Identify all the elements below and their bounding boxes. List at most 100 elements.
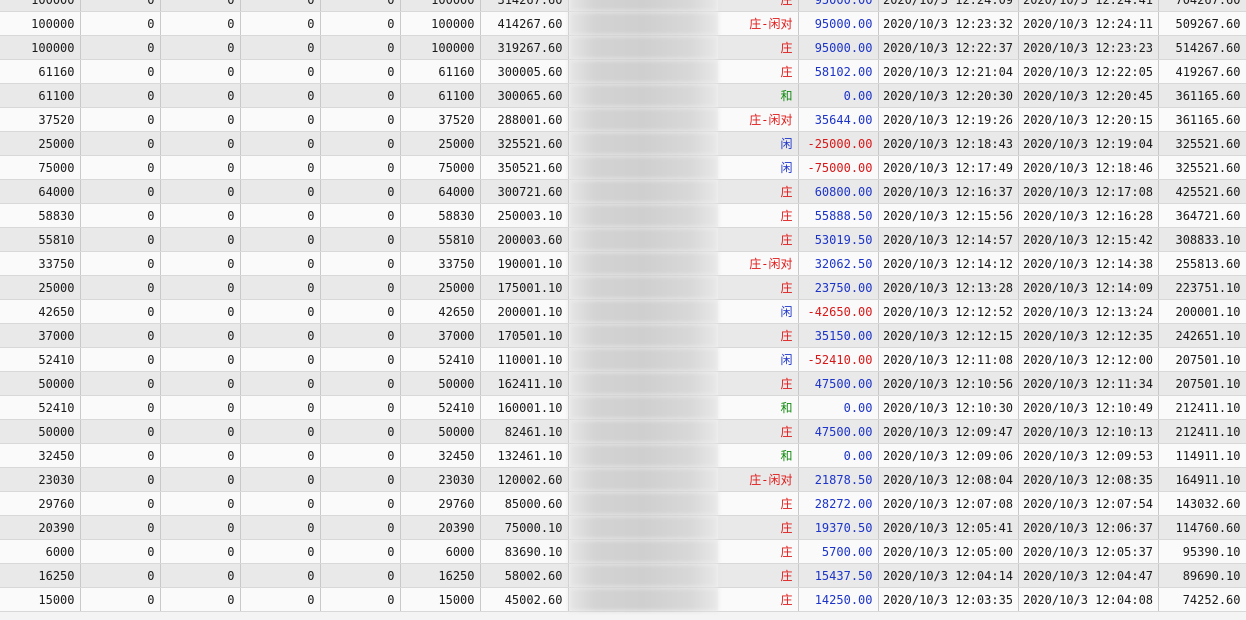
- table-row[interactable]: 16250 0 0 0 0 16250 58002.60 庄 15437.50 2020/10/3…: [0, 563, 1246, 588]
- win-loss: 53019.50: [798, 227, 879, 252]
- bet-time: 2020/10/3 12:05:00: [878, 539, 1019, 564]
- table-row[interactable]: 25000 0 0 0 0 25000 175001.10 庄 23750.00 2020/10/…: [0, 275, 1246, 300]
- table-row[interactable]: 75000 0 0 0 0 75000 350521.60 闲 -75000.00 2020/10…: [0, 155, 1246, 180]
- valid-bet: 100000: [400, 35, 481, 60]
- table-row[interactable]: 6000 0 0 0 0 6000 83690.10 庄 5700.00 2020/10/3 12…: [0, 539, 1246, 564]
- bet-amount: 64000: [0, 179, 81, 204]
- table-row[interactable]: 33750 0 0 0 0 33750 190001.10 庄-闲对 32062.50 2020/…: [0, 251, 1246, 276]
- table-row[interactable]: 55810 0 0 0 0 55810 200003.60 庄 53019.50 2020/10/…: [0, 227, 1246, 252]
- cell-zero-d: 0: [320, 587, 401, 612]
- valid-bet: 64000: [400, 179, 481, 204]
- table-row[interactable]: 61160 0 0 0 0 61160 300005.60 庄 58102.00 2020/10/…: [0, 59, 1246, 84]
- valid-bet: 33750: [400, 251, 481, 276]
- cell-zero-a: 0: [80, 395, 161, 420]
- table-row[interactable]: 15000 0 0 0 0 15000 45002.60 庄 14250.00 2020/10/3…: [0, 587, 1246, 612]
- table-row[interactable]: 37000 0 0 0 0 37000 170501.10 庄 35150.00 2020/10/…: [0, 323, 1246, 348]
- cell-zero-b: 0: [160, 131, 241, 156]
- bet-amount: 37000: [0, 323, 81, 348]
- table-row[interactable]: 1000000000100000314267.60庄95000.002020/1…: [0, 0, 1246, 12]
- valid-bet: 20390: [400, 515, 481, 540]
- balance-before: 325521.60: [480, 131, 569, 156]
- table-row[interactable]: 25000 0 0 0 0 25000 325521.60 闲 -25000.00 2020/10…: [0, 131, 1246, 156]
- bet-time: 2020/10/3 12:14:12: [878, 251, 1019, 276]
- table-row[interactable]: 32450 0 0 0 0 32450 132461.10 和 0.00 2020/10/3 12…: [0, 443, 1246, 468]
- bet-amount: 100000: [0, 35, 81, 60]
- bet-time: 2020/10/3 12:23:32: [878, 11, 1019, 36]
- table-row[interactable]: 52410 0 0 0 0 52410 110001.10 闲 -52410.00 2020/10…: [0, 347, 1246, 372]
- table-row[interactable]: 64000 0 0 0 0 64000 300721.60 庄 60800.00 2020/10/…: [0, 179, 1246, 204]
- cell-zero-d: 0: [320, 515, 401, 540]
- bet-time: 2020/10/3 12:03:35: [878, 587, 1019, 612]
- balance-before: 319267.60: [480, 35, 569, 60]
- bet-amount: 23030: [0, 467, 81, 492]
- balance-before: 300721.60: [480, 179, 569, 204]
- result: 闲: [718, 347, 799, 372]
- cell-zero-d: 0: [320, 155, 401, 180]
- balance-before: 160001.10: [480, 395, 569, 420]
- result: 闲: [718, 155, 799, 180]
- valid-bet: 100000: [400, 0, 481, 12]
- balance-before: 314267.60: [480, 0, 569, 12]
- bet-time: 2020/10/3 12:07:08: [878, 491, 1019, 516]
- result: 闲: [718, 131, 799, 156]
- settle-time: 2020/10/3 12:19:04: [1018, 131, 1159, 156]
- table-row[interactable]: 58830 0 0 0 0 58830 250003.10 庄 55888.50 2020/10/…: [0, 203, 1246, 228]
- win-loss: 19370.50: [798, 515, 879, 540]
- balance-before: 75000.10: [480, 515, 569, 540]
- balance-before: 414267.60: [480, 11, 569, 36]
- balance-before: 162411.10: [480, 371, 569, 396]
- balance-after: 361165.60: [1158, 107, 1246, 132]
- bet-amount: 25000: [0, 275, 81, 300]
- bet-time: 2020/10/3 12:20:30: [878, 83, 1019, 108]
- cell-zero-b: 0: [160, 35, 241, 60]
- win-loss: 23750.00: [798, 275, 879, 300]
- cell-zero-d: 0: [320, 395, 401, 420]
- result: 庄-闲对: [718, 467, 799, 492]
- cell-zero-a: 0: [80, 203, 161, 228]
- result: 庄: [718, 539, 799, 564]
- settle-time: 2020/10/3 12:24:11: [1018, 11, 1159, 36]
- valid-bet: 25000: [400, 275, 481, 300]
- settle-time: 2020/10/3 12:08:35: [1018, 467, 1159, 492]
- cell-zero-c: 0: [240, 515, 321, 540]
- table-row[interactable]: 23030 0 0 0 0 23030 120002.60 庄-闲对 21878.50 2020/…: [0, 467, 1246, 492]
- cell-zero-d: 0: [320, 11, 401, 36]
- balance-before: 190001.10: [480, 251, 569, 276]
- table-row[interactable]: 50000 0 0 0 0 50000 162411.10 庄 47500.00 2020/10/…: [0, 371, 1246, 396]
- cell-zero-a: 0: [80, 83, 161, 108]
- balance-before: 170501.10: [480, 323, 569, 348]
- table-row[interactable]: 52410 0 0 0 0 52410 160001.10 和 0.00 2020/10/3 12…: [0, 395, 1246, 420]
- table-row[interactable]: 50000 0 0 0 0 50000 82461.10 庄 47500.00 2020/10/3…: [0, 419, 1246, 444]
- win-loss: 15437.50: [798, 563, 879, 588]
- blurred-cell: [568, 299, 718, 324]
- cell-zero-c: 0: [240, 155, 321, 180]
- cell-zero-d: 0: [320, 275, 401, 300]
- table-row[interactable]: 29760 0 0 0 0 29760 85000.60 庄 28272.00 2020/10/3…: [0, 491, 1246, 516]
- win-loss: 5700.00: [798, 539, 879, 564]
- table-row[interactable]: 100000 0 0 0 0 100000 414267.60 庄-闲对 95000.00 202…: [0, 11, 1246, 36]
- table-row[interactable]: 20390 0 0 0 0 20390 75000.10 庄 19370.50 2020/10/3…: [0, 515, 1246, 540]
- table-row[interactable]: 37520 0 0 0 0 37520 288001.60 庄-闲对 35644.00 2020/…: [0, 107, 1246, 132]
- table-row[interactable]: 100000 0 0 0 0 100000 319267.60 庄 95000.00 2020/1…: [0, 35, 1246, 60]
- balance-before: 175001.10: [480, 275, 569, 300]
- blurred-cell: [568, 443, 718, 468]
- cell-zero-d: 0: [320, 203, 401, 228]
- settle-time: 2020/10/3 12:10:13: [1018, 419, 1159, 444]
- table-row[interactable]: 42650 0 0 0 0 42650 200001.10 闲 -42650.00 2020/10…: [0, 299, 1246, 324]
- settle-time: 2020/10/3 12:14:09: [1018, 275, 1159, 300]
- valid-bet: 75000: [400, 155, 481, 180]
- cell-zero-a: 0: [80, 371, 161, 396]
- table-row[interactable]: 61100 0 0 0 0 61100 300065.60 和 0.00 2020/10/3 12…: [0, 83, 1246, 108]
- result: 庄: [718, 59, 799, 84]
- cell-zero-d: 0: [320, 0, 401, 12]
- bet-amount: 42650: [0, 299, 81, 324]
- result: 庄: [718, 491, 799, 516]
- result: 庄: [718, 515, 799, 540]
- result: 和: [718, 395, 799, 420]
- settle-time: 2020/10/3 12:10:49: [1018, 395, 1159, 420]
- settle-time: 2020/10/3 12:16:28: [1018, 203, 1159, 228]
- cell-zero-c: 0: [240, 539, 321, 564]
- balance-before: 45002.60: [480, 587, 569, 612]
- bet-amount: 55810: [0, 227, 81, 252]
- cell-zero-c: 0: [240, 371, 321, 396]
